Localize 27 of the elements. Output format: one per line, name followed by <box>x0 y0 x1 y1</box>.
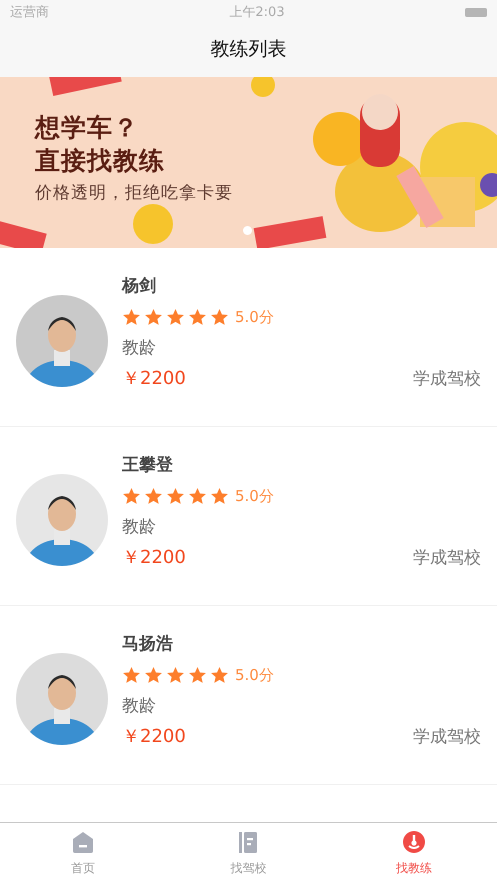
tab-item[interactable]: 首页 <box>38 823 128 883</box>
school-name: 学成驾校 <box>413 726 481 748</box>
school-name: 学成驾校 <box>413 546 481 568</box>
coach-name: 马扬浩 <box>122 633 174 656</box>
rating-score: 5.0分 <box>235 308 274 326</box>
teaching-years-label: 教龄 <box>122 516 157 539</box>
banner-headline: 想学车？ <box>35 112 140 144</box>
tab-item[interactable]: 找教练 <box>369 823 460 883</box>
carrier-name: 运营商 <box>10 4 49 21</box>
coach-name: 王攀登 <box>122 454 174 477</box>
teaching-years-label: 教龄 <box>122 695 157 718</box>
page-title: 教练列表 <box>210 36 286 62</box>
school-name: 学成驾校 <box>413 368 481 390</box>
banner-tagline: 价格透明，拒绝吃拿卡要 <box>35 182 233 204</box>
rating-score: 5.0分 <box>235 666 274 684</box>
banner-headline: 直接找教练 <box>35 145 166 177</box>
house-icon <box>72 831 94 854</box>
price: ￥2200 <box>122 725 186 748</box>
price: ￥2200 <box>122 367 186 390</box>
battery-icon <box>464 8 487 16</box>
teaching-years-label: 教龄 <box>122 337 157 360</box>
rating-score: 5.0分 <box>235 486 274 506</box>
coach-name: 杨剑 <box>122 275 157 298</box>
tab-item[interactable]: 找驾校 <box>203 823 294 883</box>
book-icon <box>237 831 260 854</box>
status-time: 上午2:03 <box>229 4 285 21</box>
price: ￥2200 <box>122 546 186 569</box>
